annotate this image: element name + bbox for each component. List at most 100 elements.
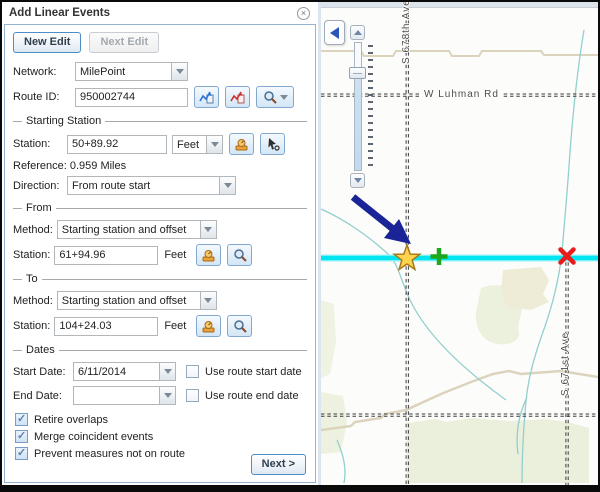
direction-dropdown-button[interactable]	[219, 176, 236, 195]
route-search-menu-button[interactable]	[256, 86, 294, 108]
prevent-measures-label: Prevent measures not on route	[34, 448, 185, 460]
to-legend: To	[26, 273, 38, 285]
dates-separator: Dates	[13, 344, 307, 356]
magnifier-icon	[233, 319, 247, 333]
chevron-down-icon	[224, 183, 232, 188]
to-method-combo[interactable]: Starting station and offset	[57, 291, 217, 310]
chevron-down-icon	[204, 298, 212, 303]
direction-combo[interactable]: From route start	[67, 176, 236, 195]
end-date-label: End Date:	[13, 390, 69, 402]
merge-coincident-events-label: Merge coincident events	[34, 431, 153, 443]
start-date-value[interactable]: 6/11/2014	[73, 362, 159, 381]
route-id-input[interactable]	[75, 88, 188, 107]
next-button[interactable]: Next >	[251, 454, 306, 475]
direction-label: Direction:	[13, 180, 63, 192]
callout-arrow	[353, 197, 411, 244]
route-id-label: Route ID:	[13, 91, 71, 103]
from-method-combo[interactable]: Starting station and offset	[57, 220, 217, 239]
measure-station-button[interactable]	[229, 133, 254, 155]
new-edit-button[interactable]: New Edit	[13, 32, 81, 53]
add-linear-events-panel: Add Linear Events × New Edit Next Edit N…	[2, 2, 318, 485]
network-label: Network:	[13, 66, 71, 78]
magnifier-icon	[263, 90, 277, 104]
zoom-slider-track[interactable]	[354, 42, 362, 171]
chevron-down-icon	[211, 142, 219, 147]
from-station-input[interactable]	[54, 246, 158, 265]
end-date-value[interactable]	[73, 386, 159, 405]
station-gauge-icon	[234, 138, 249, 151]
to-method-label: Method:	[13, 295, 53, 307]
end-date-combo[interactable]	[73, 386, 176, 405]
network-value[interactable]: MilePoint	[75, 62, 171, 81]
station-gauge-icon	[201, 320, 216, 333]
prevent-measures-checkbox[interactable]	[15, 447, 28, 460]
application-window: Add Linear Events × New Edit Next Edit N…	[0, 0, 600, 492]
from-method-label: Method:	[13, 224, 53, 236]
units-combo[interactable]: Feet	[172, 135, 223, 154]
from-method-dropdown-button[interactable]	[200, 220, 217, 239]
to-units-label: Feet	[164, 320, 186, 332]
to-method-value[interactable]: Starting station and offset	[57, 291, 200, 310]
from-method-value[interactable]: Starting station and offset	[57, 220, 200, 239]
to-zoom-to-button[interactable]	[227, 315, 252, 337]
zoom-in-button[interactable]	[350, 25, 365, 40]
station-gauge-icon	[201, 249, 216, 262]
land-parcels	[321, 267, 589, 483]
collapse-left-icon	[330, 27, 339, 39]
panel-header: Add Linear Events ×	[2, 2, 318, 22]
network-combo[interactable]: MilePoint	[75, 62, 188, 81]
close-icon[interactable]: ×	[297, 7, 310, 20]
starting-station-separator: Starting Station	[13, 115, 307, 127]
start-date-label: Start Date:	[13, 366, 69, 378]
units-dropdown-button[interactable]	[206, 135, 223, 154]
from-zoom-to-button[interactable]	[227, 244, 252, 266]
chevron-down-icon	[164, 393, 172, 398]
to-method-dropdown-button[interactable]	[200, 291, 217, 310]
use-route-start-date-checkbox[interactable]	[186, 365, 199, 378]
units-value[interactable]: Feet	[172, 135, 206, 154]
starting-station-legend: Starting Station	[26, 115, 101, 127]
chevron-up-icon	[354, 30, 362, 35]
chevron-down-icon	[164, 369, 172, 374]
direction-value[interactable]: From route start	[67, 176, 219, 195]
from-legend: From	[26, 202, 52, 214]
pointer-select-icon	[266, 137, 280, 151]
zoom-slider-ticks	[368, 45, 373, 171]
clear-route-selection-button[interactable]	[225, 86, 250, 108]
end-date-dropdown-button[interactable]	[159, 386, 176, 405]
to-station-label: Station:	[13, 320, 50, 332]
from-separator: From	[13, 202, 307, 214]
start-date-combo[interactable]: 6/11/2014	[73, 362, 176, 381]
network-dropdown-button[interactable]	[171, 62, 188, 81]
select-route-blue-icon	[199, 90, 214, 104]
station-label: Station:	[13, 138, 63, 150]
zoom-slider-handle[interactable]	[349, 67, 366, 79]
to-station-input[interactable]	[54, 317, 158, 336]
start-date-dropdown-button[interactable]	[159, 362, 176, 381]
map-viewport[interactable]: W Luhman Rd S 678th Ave S 671st Ave	[321, 2, 598, 485]
use-route-end-date-checkbox[interactable]	[186, 389, 199, 402]
to-separator: To	[13, 273, 307, 285]
merge-coincident-events-checkbox[interactable]	[15, 430, 28, 443]
zoom-out-button[interactable]	[350, 173, 365, 188]
next-edit-button: Next Edit	[89, 32, 159, 53]
to-measure-button[interactable]	[196, 315, 221, 337]
chevron-down-icon	[280, 95, 288, 100]
dates-legend: Dates	[26, 344, 55, 356]
magnifier-icon	[233, 248, 247, 262]
road-label-vertical-right: S 671st Ave	[560, 326, 571, 396]
panel-title: Add Linear Events	[9, 7, 110, 19]
from-plus-marker	[431, 248, 448, 265]
select-route-red-icon	[230, 90, 245, 104]
from-station-label: Station:	[13, 249, 50, 261]
retire-overlaps-label: Retire overlaps	[34, 414, 108, 426]
collapse-panel-button[interactable]	[324, 20, 345, 45]
retire-overlaps-checkbox[interactable]	[15, 413, 28, 426]
chevron-down-icon	[176, 69, 184, 74]
starting-station-input[interactable]	[67, 135, 167, 154]
select-route-on-map-button[interactable]	[194, 86, 219, 108]
from-measure-button[interactable]	[196, 244, 221, 266]
pick-station-on-map-button[interactable]	[260, 133, 285, 155]
panel-body: New Edit Next Edit Network: MilePoint Ro…	[4, 24, 316, 483]
zoom-slider	[348, 25, 374, 190]
